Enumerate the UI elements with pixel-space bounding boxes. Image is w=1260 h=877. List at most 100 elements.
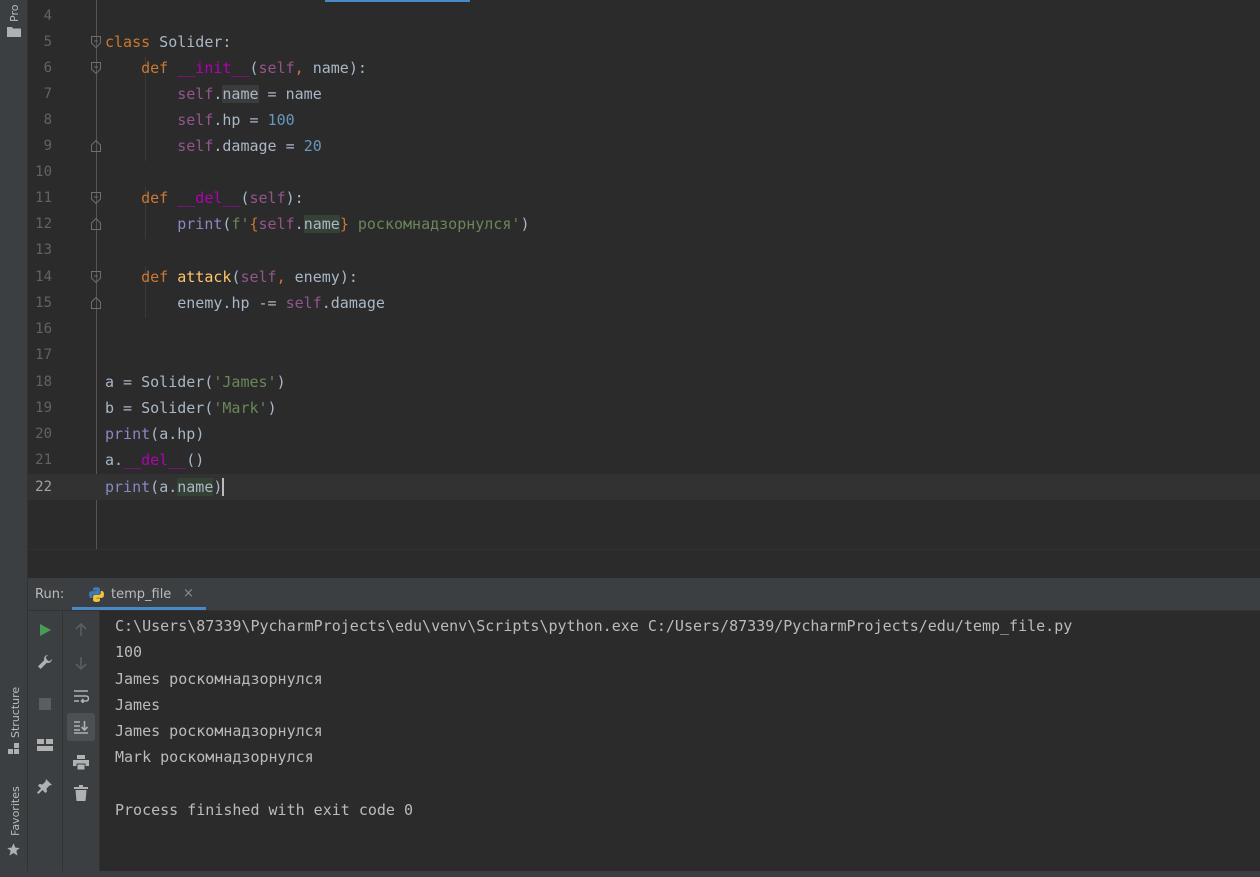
console-output[interactable]: C:\Users\87339\PycharmProjects\edu\venv\…	[100, 611, 1260, 877]
run-panel-header: Run: temp_file ×	[28, 578, 1260, 611]
next-occurrence-button[interactable]	[67, 649, 95, 677]
line-number: 14	[35, 269, 52, 285]
fold-end-marker-icon[interactable]	[91, 140, 101, 152]
code-text: self.hp = 100	[177, 111, 295, 129]
console-line: 100	[115, 643, 143, 661]
console-line: James роскомнадзорнулся	[115, 670, 323, 688]
project-tab-label: Pro	[8, 4, 21, 22]
layout-icon	[37, 739, 53, 751]
code-line-6: 6 def __init__(self, name):	[28, 55, 1260, 81]
python-icon	[89, 587, 104, 602]
previous-occurrence-button[interactable]	[67, 616, 95, 644]
identifier-token: name	[285, 85, 322, 103]
line-number: 13	[35, 242, 52, 258]
rerun-button[interactable]	[31, 616, 59, 644]
identifier-token: name	[177, 478, 214, 496]
fold-marker-icon[interactable]	[91, 62, 101, 74]
identifier-token: damage	[222, 137, 277, 155]
code-line-15: 15 enemy.hp -= self.damage	[28, 290, 1260, 316]
fold-marker-icon[interactable]	[91, 36, 101, 48]
keyword-token: def	[141, 268, 169, 286]
structure-icon	[8, 743, 19, 754]
structure-tool-tab[interactable]: Structure	[0, 680, 27, 760]
identifier-token: name	[222, 85, 259, 103]
code-text: def __del__(self):	[141, 189, 304, 207]
identifier-token: a	[105, 451, 115, 469]
code-line-13: 13	[28, 237, 1260, 263]
wrench-icon	[38, 655, 52, 669]
favorites-tool-tab[interactable]: Favorites	[0, 780, 27, 865]
code-line-5: 5 class Solider:	[28, 29, 1260, 55]
code-line-8: 8 self.hp = 100	[28, 107, 1260, 133]
line-number: 11	[35, 190, 52, 206]
pin-tab-button[interactable]	[31, 772, 59, 800]
print-icon	[73, 754, 89, 770]
self-token: self	[258, 59, 295, 77]
line-number: 10	[35, 164, 52, 180]
code-text: a = Solider('James')	[105, 373, 286, 391]
folder-icon	[7, 27, 21, 37]
line-number: 15	[35, 295, 52, 311]
fold-marker-icon[interactable]	[91, 271, 101, 283]
console-line: James роскомнадзорнулся	[115, 722, 323, 740]
identifier-token: enemy	[294, 268, 340, 286]
project-tool-tab[interactable]: Pro	[0, 0, 27, 40]
line-number: 17	[35, 347, 52, 363]
line-number: 18	[35, 374, 52, 390]
soft-wrap-button[interactable]	[67, 682, 95, 710]
fold-end-marker-icon[interactable]	[91, 218, 101, 230]
print-button[interactable]	[67, 748, 95, 776]
code-line-11: 11 def __del__(self):	[28, 185, 1260, 211]
close-tab-icon[interactable]: ×	[183, 586, 194, 601]
trash-icon	[74, 785, 88, 801]
code-line-10: 10	[28, 159, 1260, 185]
fold-end-marker-icon[interactable]	[91, 297, 101, 309]
line-number: 21	[35, 452, 52, 468]
run-tab-temp-file[interactable]: temp_file ×	[72, 578, 206, 610]
identifier-token: name	[303, 215, 340, 233]
line-number: 12	[35, 216, 52, 232]
identifier-token: Solider	[141, 399, 205, 417]
identifier-token: a	[159, 478, 169, 496]
keyword-token: def	[141, 189, 169, 207]
line-number: 22	[35, 479, 52, 495]
pin-icon	[37, 779, 52, 794]
run-toolbar-primary	[28, 611, 63, 877]
line-number: 20	[35, 426, 52, 442]
code-editor[interactable]: 4 5 class Solider: 6 def __init__(self, …	[28, 0, 1260, 549]
layout-button[interactable]	[31, 731, 59, 759]
keyword-token: class	[105, 33, 151, 51]
identifier-token: b	[105, 399, 115, 417]
line-number: 19	[35, 400, 52, 416]
code-text: self.name = name	[177, 85, 322, 103]
identifier-token: hp	[231, 294, 250, 312]
console-line: Process finished with exit code 0	[115, 801, 414, 819]
editor-tab-indicator	[325, 0, 470, 2]
magic-method-token: __init__	[177, 59, 250, 77]
code-text: print(f'{self.name} роскомнадзорнулся')	[177, 215, 530, 233]
run-settings-button[interactable]	[31, 648, 59, 676]
code-text: def attack(self, enemy):	[141, 268, 358, 286]
run-toolbar-secondary	[63, 611, 100, 877]
code-text: class Solider:	[105, 29, 231, 55]
line-number: 8	[43, 112, 52, 128]
line-number: 9	[43, 138, 52, 154]
left-tool-strip: Pro Structure Favorites	[0, 0, 28, 877]
run-tab-label: temp_file	[111, 587, 172, 602]
string-token: 'Mark'	[213, 399, 268, 417]
panel-splitter[interactable]	[28, 549, 1260, 578]
stop-button[interactable]	[31, 690, 59, 718]
code-line-22-current: 22 print(a.name)	[28, 474, 1260, 500]
code-line-20: 20 print(a.hp)	[28, 421, 1260, 447]
stop-icon	[39, 698, 51, 710]
scroll-to-end-button[interactable]	[67, 713, 95, 741]
self-token: self	[177, 85, 214, 103]
string-token: f'	[231, 215, 250, 233]
code-text: b = Solider('Mark')	[105, 399, 277, 417]
identifier-token: Solider	[141, 373, 205, 391]
builtin-token: print	[177, 215, 223, 233]
clear-all-button[interactable]	[67, 779, 95, 807]
line-number: 16	[35, 321, 52, 337]
fold-marker-icon[interactable]	[91, 192, 101, 204]
keyword-token: def	[141, 59, 169, 77]
